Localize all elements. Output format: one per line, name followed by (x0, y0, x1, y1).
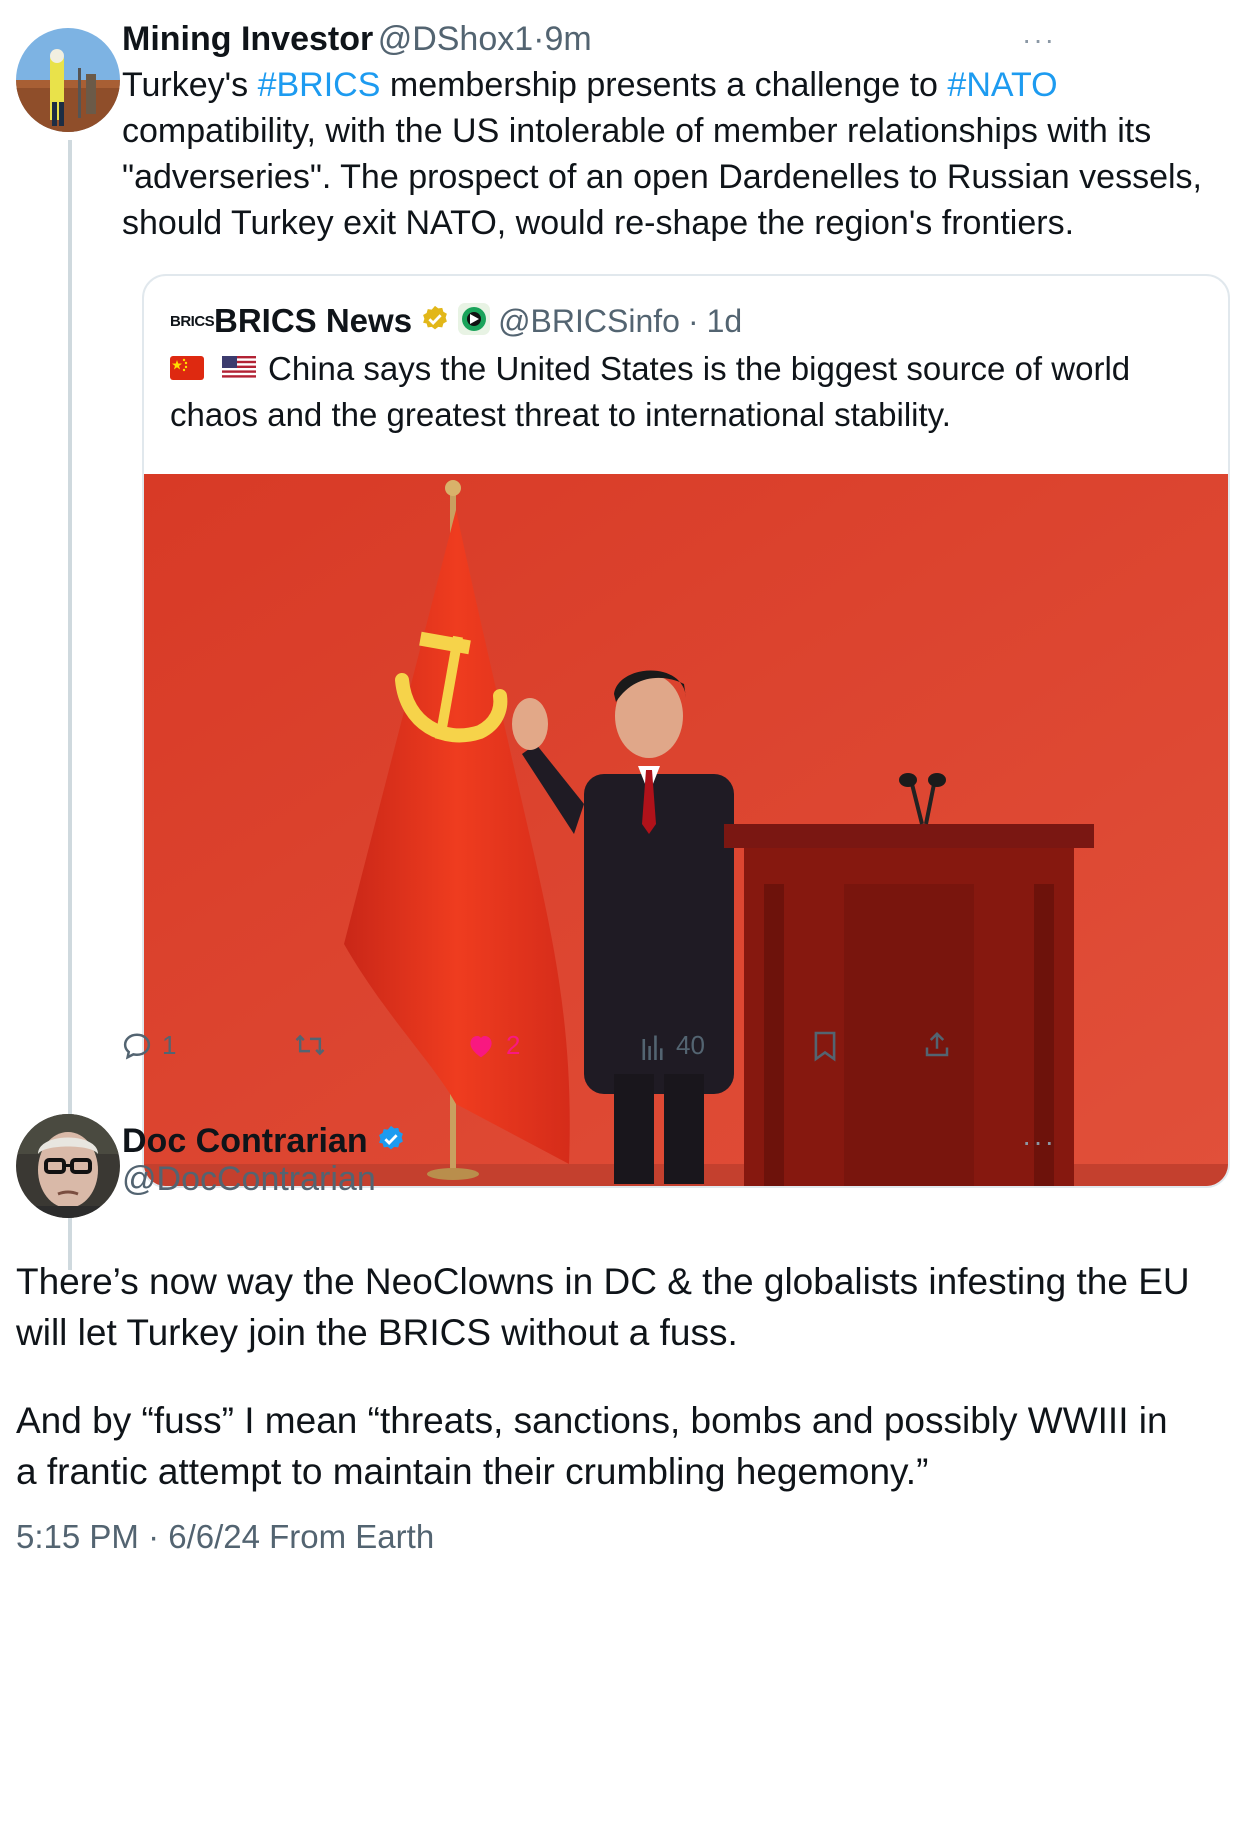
like-button[interactable]: 2 (466, 1030, 520, 1061)
views-chart-icon (642, 1035, 663, 1060)
post2-timestamp[interactable]: 5:15 PM · 6/6/24 From Earth (16, 1518, 434, 1556)
share-icon (925, 1031, 949, 1057)
like-count: 2 (506, 1030, 521, 1060)
share-button[interactable] (922, 1030, 952, 1060)
heart-icon (470, 1035, 492, 1057)
reply-button[interactable]: 1 (122, 1030, 176, 1061)
views-button[interactable]: 40 (640, 1030, 705, 1061)
post1-text-line: should Turkey exit NATO, would re-shape … (122, 204, 1075, 242)
post2-text-line: will let Turkey join the BRICS without a… (16, 1312, 738, 1353)
brics-logo: BRICS (170, 312, 215, 330)
repost-icon (295, 1034, 325, 1056)
view-count: 40 (676, 1030, 705, 1060)
quote-text-line: China says the United States is the bigg… (268, 350, 1131, 387)
post1-author-name[interactable]: Mining Investor (122, 20, 373, 58)
post1-text-line: compatibility, with the US intolerable o… (122, 112, 1152, 150)
quote-author-name[interactable]: BRICS News (214, 302, 412, 340)
post1-time[interactable]: 9m (545, 20, 592, 58)
mining-investor-avatar[interactable] (16, 28, 120, 132)
hashtag-nato-link[interactable]: #NATO (947, 66, 1057, 104)
verified-gold-badge-icon (420, 304, 450, 339)
quote-time[interactable]: 1d (707, 303, 743, 340)
brics-affiliate-badge-icon (458, 302, 491, 340)
quote-handle[interactable]: @BRICSinfo (498, 303, 680, 340)
quote-text: China says the United States is the bigg… (170, 346, 1210, 438)
hashtag-brics-link[interactable]: #BRICS (258, 66, 381, 104)
repost-button[interactable] (294, 1030, 326, 1060)
post1-separator: · (533, 20, 545, 58)
bookmark-button[interactable] (812, 1030, 838, 1062)
doc-contrarian-avatar[interactable] (16, 1114, 120, 1218)
post1-text-part: Turkey's (122, 66, 258, 104)
us-flag-icon (222, 346, 256, 392)
post2-author-name[interactable]: Doc Contrarian (122, 1122, 368, 1161)
post2-text-line: a frantic attempt to maintain their crum… (16, 1451, 929, 1492)
reply-icon (123, 1032, 151, 1060)
quote-text-line: chaos and the greatest threat to interna… (170, 396, 951, 433)
quote-photo[interactable] (144, 474, 1228, 1186)
post2-handle[interactable]: @DocContrarian (122, 1160, 376, 1199)
verified-badge-icon (376, 1124, 406, 1159)
quote-separator: · (687, 302, 699, 339)
post1-text-part: membership presents a challenge to (380, 66, 948, 104)
bookmark-icon (814, 1031, 836, 1062)
post2-text: There’s now way the NeoClowns in DC & th… (16, 1256, 1236, 1497)
thread-connector-line (68, 140, 72, 1270)
china-flag-icon (170, 346, 204, 392)
post2-text-line: And by “fuss” I mean “threats, sanctions… (16, 1400, 1168, 1441)
photo-illustration (144, 474, 1228, 1186)
post2-more-icon[interactable]: ··· (1022, 1126, 1056, 1158)
post1-text: Turkey's #BRICS membership presents a ch… (122, 62, 1232, 246)
post2-header: Doc Contrarian (122, 1122, 406, 1161)
reply-count: 1 (162, 1030, 177, 1060)
post1-more-icon[interactable]: ··· (1022, 24, 1056, 56)
post1-text-line: "adverseries". The prospect of an open D… (122, 158, 1202, 196)
post1-header: Mining Investor @DShox1·9m (122, 20, 592, 59)
quote-header: BRICS BRICS News @BRICSinfo · 1d (170, 302, 742, 340)
post2-text-line: There’s now way the NeoClowns in DC & th… (16, 1261, 1190, 1302)
post1-handle[interactable]: @DShox1 (378, 20, 533, 58)
